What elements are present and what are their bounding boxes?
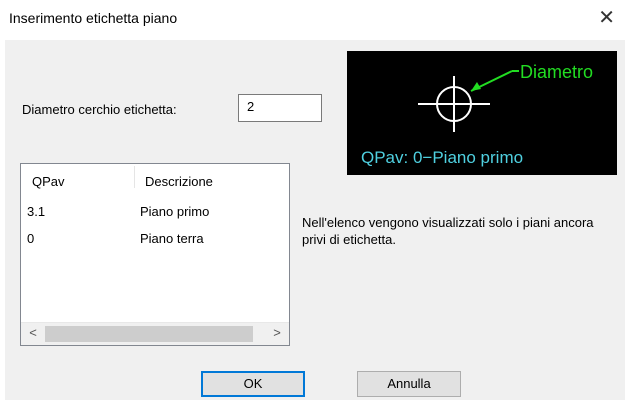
preview-caption: QPav: 0−Piano primo bbox=[361, 148, 523, 167]
floor-list[interactable]: QPav Descrizione 3.1 Piano primo 0 Piano… bbox=[20, 163, 290, 346]
close-icon[interactable]: ✕ bbox=[598, 6, 615, 30]
label-preview: Diametro QPav: 0−Piano primo bbox=[347, 51, 617, 175]
row-descrizione: Piano primo bbox=[140, 204, 210, 219]
row-qpav: 0 bbox=[27, 231, 35, 246]
cancel-button[interactable]: Annulla bbox=[357, 371, 461, 397]
callout-label: Diametro bbox=[520, 62, 593, 82]
column-header-qpav[interactable]: QPav bbox=[32, 174, 65, 189]
window-title: Inserimento etichetta piano bbox=[9, 10, 178, 26]
list-item[interactable]: 0 Piano terra bbox=[21, 229, 289, 251]
diameter-input[interactable]: 2 bbox=[238, 94, 322, 122]
preview-drawing: Diametro QPav: 0−Piano primo bbox=[361, 62, 593, 167]
diameter-label: Diametro cerchio etichetta: bbox=[22, 102, 177, 117]
row-qpav: 3.1 bbox=[27, 204, 46, 219]
column-header-descrizione[interactable]: Descrizione bbox=[145, 174, 213, 189]
title-bar: Inserimento etichetta piano ✕ bbox=[0, 0, 629, 38]
row-descrizione: Piano terra bbox=[140, 231, 204, 246]
scroll-right-icon[interactable]: > bbox=[269, 325, 285, 343]
scrollbar-thumb[interactable] bbox=[45, 326, 253, 342]
column-divider[interactable] bbox=[134, 166, 135, 188]
list-header: QPav Descrizione bbox=[21, 164, 289, 190]
list-item[interactable]: 3.1 Piano primo bbox=[21, 202, 289, 224]
callout-arrow-icon bbox=[471, 82, 481, 91]
horizontal-scrollbar[interactable]: < > bbox=[21, 322, 289, 345]
ok-button[interactable]: OK bbox=[201, 371, 305, 397]
scroll-left-icon[interactable]: < bbox=[25, 325, 41, 343]
info-text: Nell'elenco vengono visualizzati solo i … bbox=[302, 215, 594, 247]
